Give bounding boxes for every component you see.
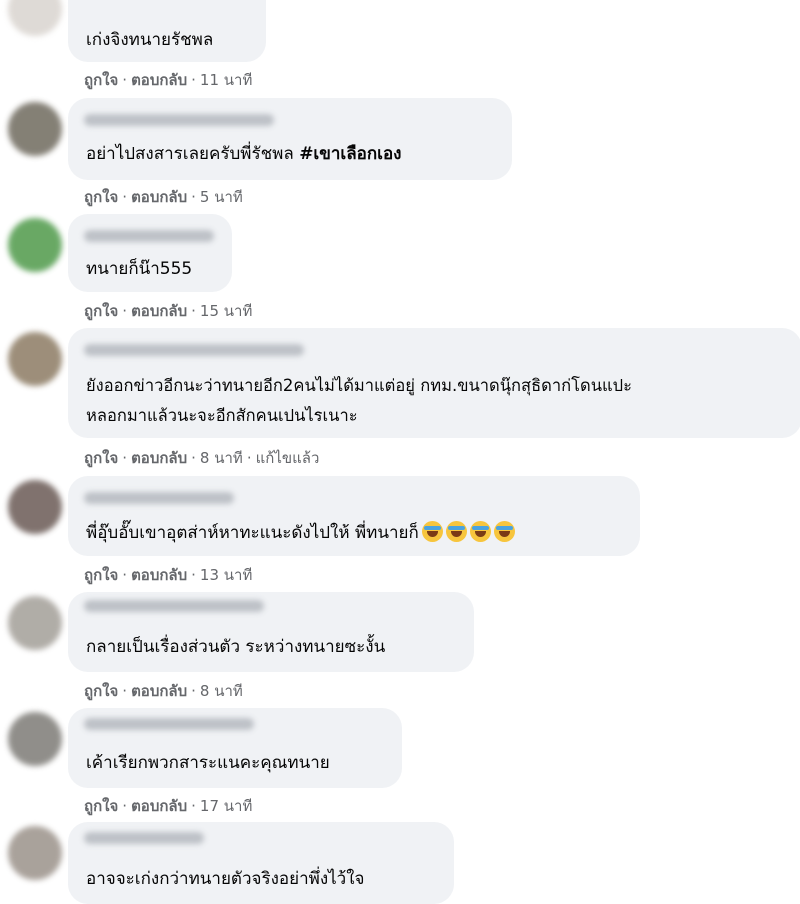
timestamp[interactable]: 8 นาที bbox=[200, 449, 243, 467]
commenter-name[interactable] bbox=[84, 718, 254, 730]
like-link[interactable]: ถูกใจ bbox=[84, 302, 118, 320]
avatar[interactable] bbox=[8, 332, 62, 386]
comment-bubble: ยังออกข่าวอีกนะว่าทนายอีก2คนไม่ได้มาแต่อ… bbox=[68, 328, 800, 438]
commenter-name[interactable] bbox=[84, 600, 264, 612]
like-link[interactable]: ถูกใจ bbox=[84, 188, 118, 206]
reply-link[interactable]: ตอบกลับ bbox=[131, 566, 187, 584]
reply-link[interactable]: ตอบกลับ bbox=[131, 682, 187, 700]
reply-link[interactable]: ตอบกลับ bbox=[131, 449, 187, 467]
timestamp[interactable]: 5 นาที bbox=[200, 188, 243, 206]
timestamp[interactable]: 15 นาที bbox=[200, 302, 252, 320]
comment-actions: ถูกใจ · ตอบกลับ · 5 นาที bbox=[84, 188, 243, 206]
comment-text: กลายเป็นเรื่องส่วนตัว ระหว่างทนายซะงั้น bbox=[86, 637, 386, 657]
like-link[interactable]: ถูกใจ bbox=[84, 566, 118, 584]
comment-actions: ถูกใจ · ตอบกลับ · 8 นาที bbox=[84, 682, 243, 700]
like-link[interactable]: ถูกใจ bbox=[84, 797, 118, 815]
comment-bubble: อย่าไปสงสารเลยครับพี่รัชพล #เขาเลือกเอง bbox=[68, 98, 512, 180]
like-link[interactable]: ถูกใจ bbox=[84, 682, 118, 700]
commenter-name[interactable] bbox=[84, 492, 234, 504]
tears-of-joy-icon bbox=[445, 521, 467, 542]
comment-actions: ถูกใจ · ตอบกลับ · 8 นาที · แก้ไขแล้ว bbox=[84, 449, 320, 467]
comment-text: อาจจะเก่งกว่าทนายตัวจริงอย่าพึ่งไว้ใจ bbox=[86, 869, 365, 889]
avatar[interactable] bbox=[8, 480, 62, 534]
commenter-name[interactable] bbox=[84, 114, 274, 126]
comment-actions: ถูกใจ · ตอบกลับ · 13 นาที bbox=[84, 566, 253, 584]
commenter-name[interactable] bbox=[84, 344, 304, 356]
hashtag-link[interactable]: #เขาเลือกเอง bbox=[299, 144, 401, 164]
comment-text-line: ยังออกข่าวอีกนะว่าทนายอีก2คนไม่ได้มาแต่อ… bbox=[86, 376, 632, 395]
comment-text-line: หลอกมาแล้วนะจะอีกสักคนเปนไรเนาะ bbox=[86, 406, 358, 425]
commenter-name[interactable] bbox=[84, 832, 204, 844]
tears-of-joy-icon bbox=[421, 521, 443, 542]
reply-link[interactable]: ตอบกลับ bbox=[131, 302, 187, 320]
timestamp[interactable]: 8 นาที bbox=[200, 682, 243, 700]
reply-link[interactable]: ตอบกลับ bbox=[131, 797, 187, 815]
comment-bubble: กลายเป็นเรื่องส่วนตัว ระหว่างทนายซะงั้น bbox=[68, 592, 474, 672]
comment-bubble: ทนายก็น๊า555 bbox=[68, 214, 232, 292]
like-link[interactable]: ถูกใจ bbox=[84, 449, 118, 467]
comment-text: เก่งจิงทนายรัชพล bbox=[86, 30, 214, 50]
avatar[interactable] bbox=[8, 102, 62, 156]
comment-bubble: อาจจะเก่งกว่าทนายตัวจริงอย่าพึ่งไว้ใจ bbox=[68, 822, 454, 904]
comment-text: เค้าเรียกพวกสาระแนคะคุณทนาย bbox=[86, 753, 330, 773]
timestamp[interactable]: 17 นาที bbox=[200, 797, 252, 815]
comment-text: อย่าไปสงสารเลยครับพี่รัชพล #เขาเลือกเอง bbox=[86, 144, 402, 164]
timestamp[interactable]: 13 นาที bbox=[200, 566, 252, 584]
tears-of-joy-icon bbox=[493, 521, 515, 542]
like-link[interactable]: ถูกใจ bbox=[84, 71, 118, 89]
commenter-name[interactable] bbox=[84, 230, 214, 242]
avatar[interactable] bbox=[8, 826, 62, 880]
reply-link[interactable]: ตอบกลับ bbox=[131, 71, 187, 89]
comment-text: พี่อุ๊บอั๊บเขาอุตส่าห์หาทะแนะดังไปให้ พี… bbox=[86, 518, 515, 549]
comment-bubble: พี่อุ๊บอั๊บเขาอุตส่าห์หาทะแนะดังไปให้ พี… bbox=[68, 476, 640, 556]
comment-text: ทนายก็น๊า555 bbox=[86, 259, 193, 279]
reply-link[interactable]: ตอบกลับ bbox=[131, 188, 187, 206]
avatar[interactable] bbox=[8, 0, 62, 36]
comment-bubble: เค้าเรียกพวกสาระแนคะคุณทนาย bbox=[68, 708, 402, 788]
comment-actions: ถูกใจ · ตอบกลับ · 11 นาที bbox=[84, 71, 253, 89]
avatar[interactable] bbox=[8, 218, 62, 272]
timestamp[interactable]: 11 นาที bbox=[200, 71, 252, 89]
comment-bubble: เก่งจิงทนายรัชพล bbox=[68, 0, 266, 62]
comment-actions: ถูกใจ · ตอบกลับ · 17 นาที bbox=[84, 797, 253, 815]
avatar[interactable] bbox=[8, 712, 62, 766]
tears-of-joy-icon bbox=[469, 521, 491, 542]
edited-label[interactable]: แก้ไขแล้ว bbox=[256, 449, 320, 467]
comment-actions: ถูกใจ · ตอบกลับ · 15 นาที bbox=[84, 302, 253, 320]
avatar[interactable] bbox=[8, 596, 62, 650]
